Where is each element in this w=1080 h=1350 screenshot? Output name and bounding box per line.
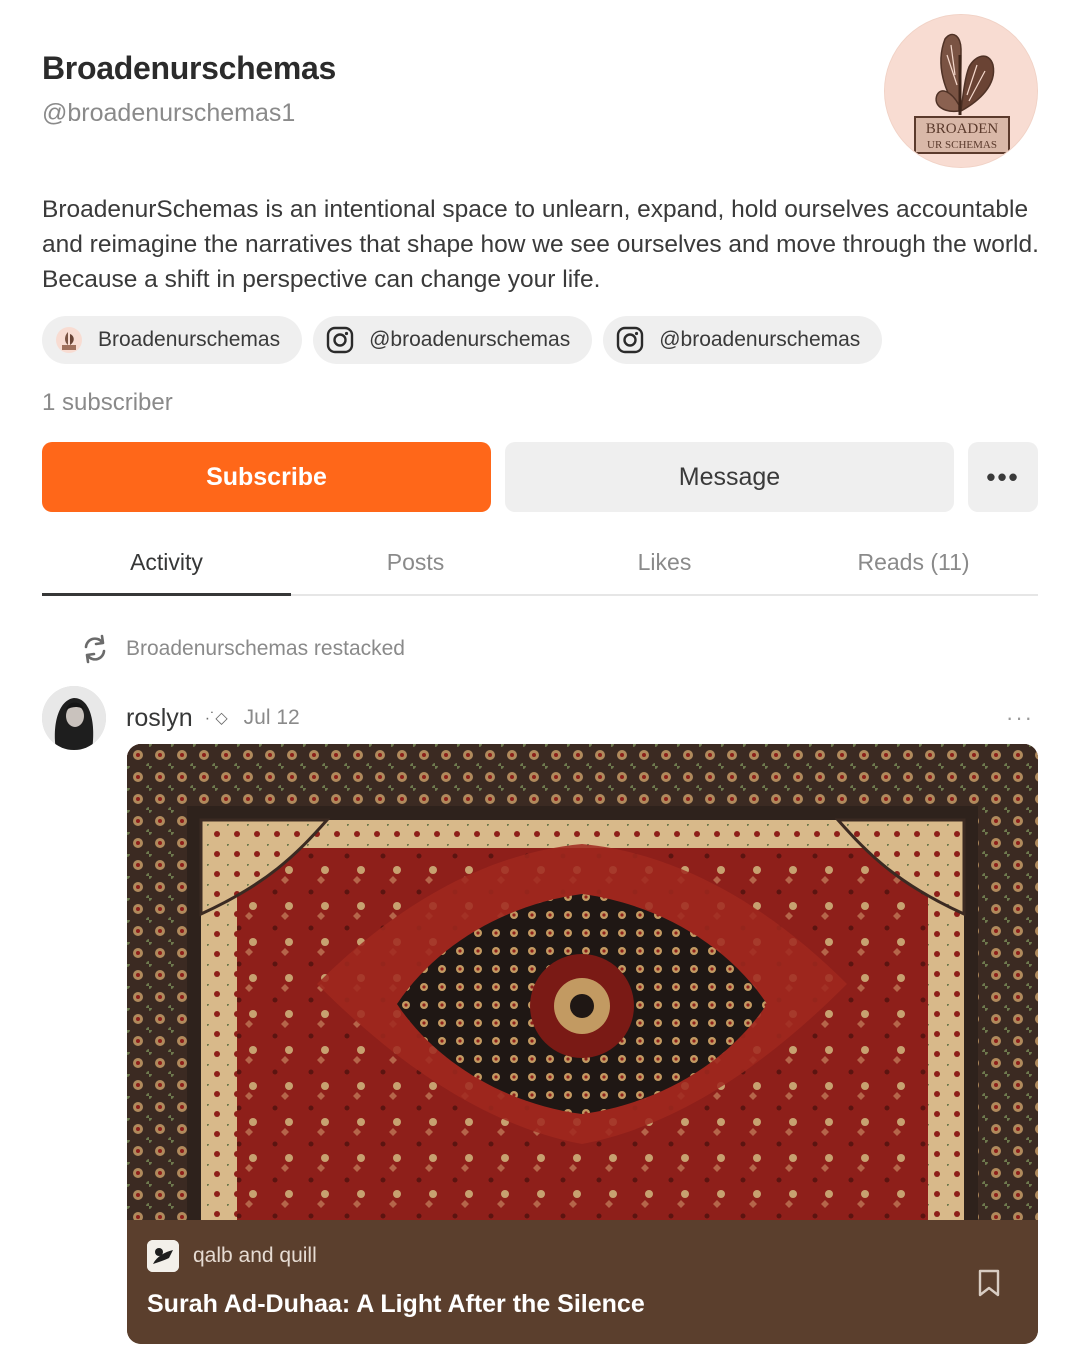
tab-activity[interactable]: Activity xyxy=(42,530,291,596)
restack-icon xyxy=(78,632,112,666)
svg-text:BROADEN: BROADEN xyxy=(926,121,999,137)
tab-reads[interactable]: Reads (11) xyxy=(789,530,1038,594)
publication-logo-icon xyxy=(147,1240,179,1272)
link-chip-label: @broadenurschemas xyxy=(369,328,571,351)
restack-text: Broadenurschemas restacked xyxy=(126,637,405,660)
link-chip-publication[interactable]: Broadenurschemas xyxy=(42,316,303,364)
instagram-icon xyxy=(615,325,645,355)
publication-row[interactable]: qalb and quill xyxy=(147,1240,1018,1272)
message-button[interactable]: Message xyxy=(505,442,954,512)
tab-posts[interactable]: Posts xyxy=(291,530,540,594)
post-more-button[interactable]: ··· xyxy=(1006,705,1034,731)
post-cover-image xyxy=(127,744,1038,1220)
link-chip-label: Broadenurschemas xyxy=(98,328,281,351)
author-avatar[interactable] xyxy=(42,686,106,750)
instagram-icon xyxy=(325,325,355,355)
author-badge-icon: ·˙◇ xyxy=(204,710,228,727)
link-chip-instagram[interactable]: @broadenurschemas xyxy=(603,316,883,364)
link-chip-label: @broadenurschemas xyxy=(659,328,861,351)
profile-avatar[interactable]: BROADEN UR SCHEMAS xyxy=(884,14,1038,168)
post-title[interactable]: Surah Ad-Duhaa: A Light After the Silenc… xyxy=(147,1290,1018,1319)
bookmark-icon[interactable] xyxy=(976,1268,1002,1298)
butterfly-logo-icon: BROADEN UR SCHEMAS xyxy=(885,15,1037,167)
link-chip-instagram[interactable]: @broadenurschemas xyxy=(313,316,593,364)
post-card[interactable]: qalb and quill Surah Ad-Duhaa: A Light A… xyxy=(127,744,1038,1344)
subscribe-button[interactable]: Subscribe xyxy=(42,442,491,512)
post-header: roslyn ·˙◇ Jul 12 ··· xyxy=(42,686,1038,750)
profile-bio: BroadenurSchemas is an intentional space… xyxy=(42,196,1039,293)
profile-links: Broadenurschemas @broadenurschemas @broa… xyxy=(42,316,883,364)
author-name[interactable]: roslyn xyxy=(126,704,193,733)
publication-icon xyxy=(54,325,84,355)
profile-actions: Subscribe Message ••• xyxy=(42,442,1038,512)
profile-name: Broadenurschemas xyxy=(42,50,336,86)
post-card-footer: qalb and quill Surah Ad-Duhaa: A Light A… xyxy=(127,1220,1038,1344)
publication-name: qalb and quill xyxy=(193,1244,317,1267)
profile-header: Broadenurschemas @broadenurschemas1 xyxy=(42,50,336,128)
post-date: Jul 12 xyxy=(243,706,300,729)
tab-likes[interactable]: Likes xyxy=(540,530,789,594)
restack-label: Broadenurschemas restacked xyxy=(78,632,405,666)
profile-tabs: Activity Posts Likes Reads (11) xyxy=(42,530,1038,596)
profile-handle: @broadenurschemas1 xyxy=(42,99,296,127)
svg-text:UR SCHEMAS: UR SCHEMAS xyxy=(927,139,997,151)
more-options-button[interactable]: ••• xyxy=(968,442,1038,512)
subscriber-count[interactable]: 1 subscriber xyxy=(42,389,173,417)
